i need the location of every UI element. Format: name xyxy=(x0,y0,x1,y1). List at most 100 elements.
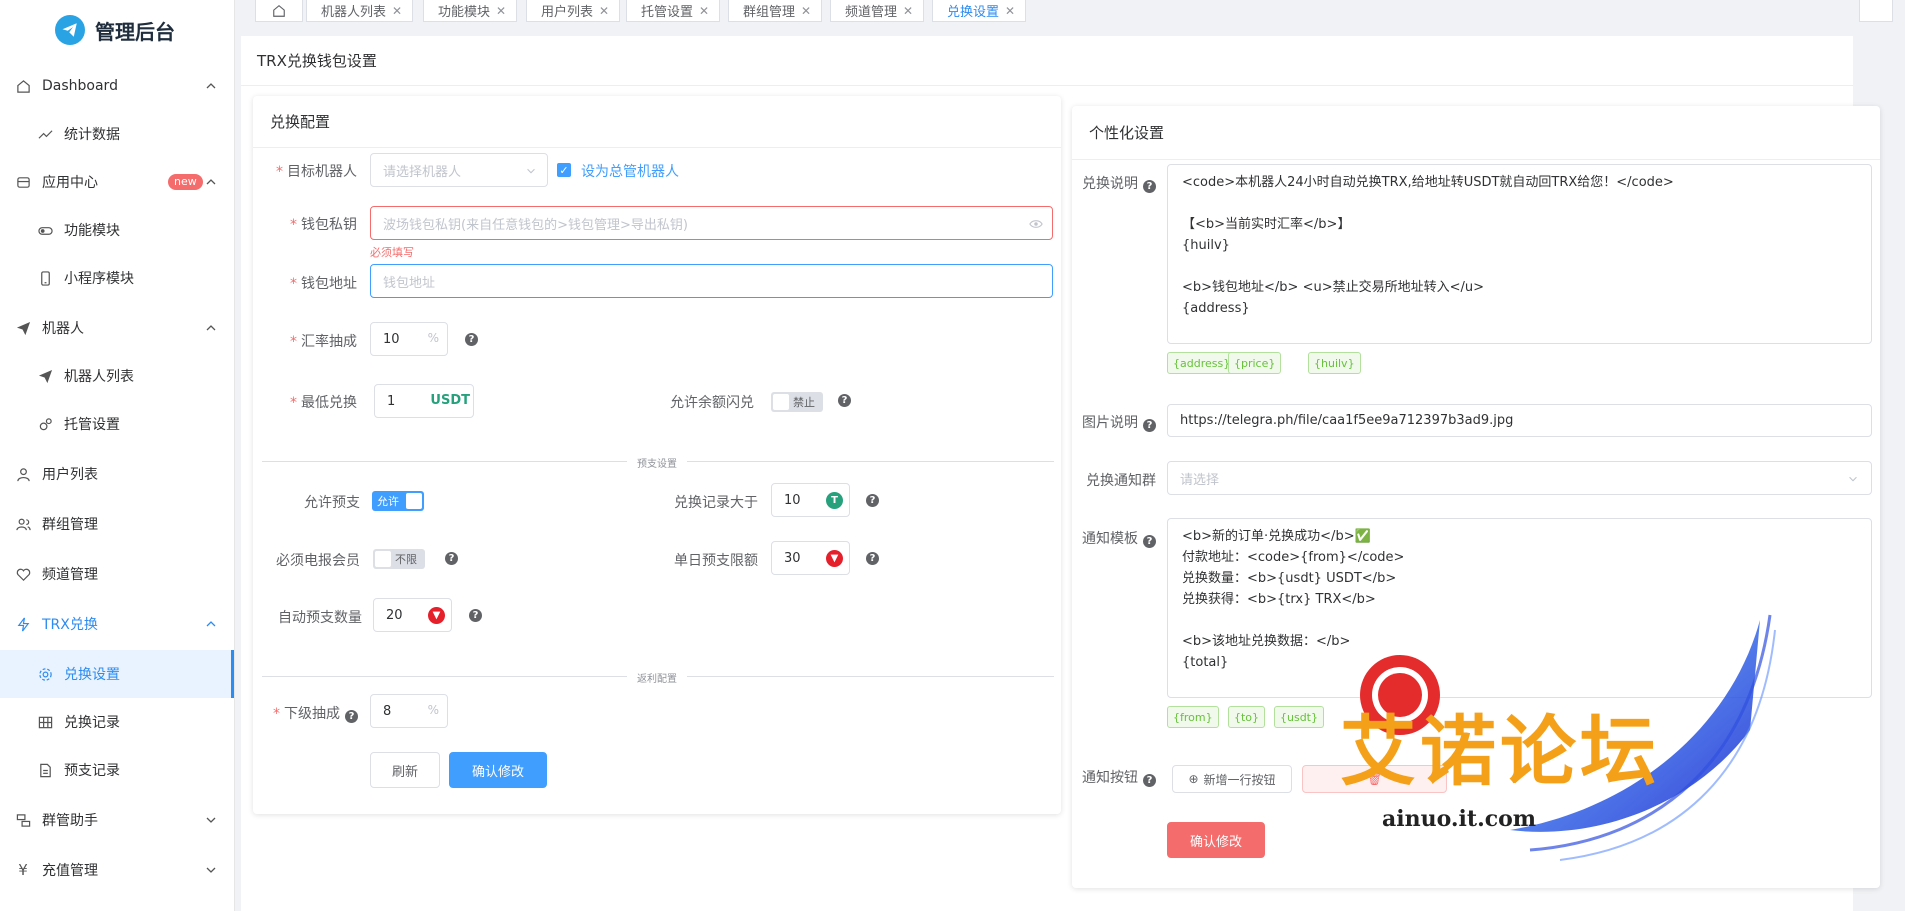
exchange-desc-textarea[interactable]: <code>本机器人24小时自动兑换TRX,给地址转USDT就自动回TRX给您！… xyxy=(1167,164,1872,344)
tab-home[interactable] xyxy=(255,0,303,22)
sub-fee-input[interactable]: 8% xyxy=(370,694,448,728)
sidebar: 管理后台 Dashboard 统计数据 应用中心 new 功能模块 小程序模块 … xyxy=(0,0,235,911)
toggle-icon xyxy=(36,221,54,239)
chevron-up-icon xyxy=(206,179,216,185)
confirm-personal-button[interactable]: 确认修改 xyxy=(1167,822,1265,858)
sidebar-item-label: 群管助手 xyxy=(42,813,98,829)
chevron-up-icon xyxy=(206,83,216,89)
close-icon[interactable]: ✕ xyxy=(392,4,402,18)
private-key-input[interactable]: 波场钱包私钥(来自任意钱包的>钱包管理>导出私钥) xyxy=(370,206,1053,240)
sidebar-item-label: 用户列表 xyxy=(42,467,98,483)
sidebar-item-exchange-records[interactable]: 兑换记录 xyxy=(0,698,234,746)
close-icon[interactable]: ✕ xyxy=(801,4,811,18)
sidebar-item-hosting[interactable]: 托管设置 xyxy=(0,400,234,448)
allow-advance-switch[interactable]: 允许 xyxy=(372,491,424,511)
sidebar-item-label: 充值管理 xyxy=(42,863,98,879)
tab-modules[interactable]: 功能模块 ✕ xyxy=(423,0,518,22)
address-input[interactable]: 钱包地址 xyxy=(370,264,1053,298)
yen-icon: ¥ xyxy=(18,861,28,879)
tab-groups[interactable]: 群组管理 ✕ xyxy=(728,0,823,22)
sidebar-item-group-helper[interactable]: 群管助手 xyxy=(0,796,234,844)
sidebar-item-exchange-settings[interactable]: 兑换设置 xyxy=(0,650,234,698)
tabs-dropdown[interactable] xyxy=(1859,0,1893,22)
bolt-icon xyxy=(14,615,32,633)
sidebar-item-robot-list[interactable]: 机器人列表 xyxy=(0,352,234,400)
close-icon[interactable]: ✕ xyxy=(599,4,609,18)
min-exchange-input[interactable]: 1 USDT xyxy=(374,384,474,418)
close-icon[interactable]: ✕ xyxy=(1005,4,1015,18)
sidebar-item-label: 兑换记录 xyxy=(64,715,120,731)
trend-icon xyxy=(36,125,54,143)
sidebar-item-recharge[interactable]: ¥ 充值管理 xyxy=(0,846,234,894)
chevron-down-icon xyxy=(206,867,216,873)
tab-exchange-settings[interactable]: 兑换设置 ✕ xyxy=(932,0,1027,22)
tab-channels[interactable]: 频道管理 ✕ xyxy=(830,0,925,22)
must-premium-switch[interactable]: 不限 xyxy=(373,549,425,569)
app-title: 管理后台 xyxy=(95,19,175,44)
heart-icon xyxy=(14,565,32,583)
allow-flash-switch[interactable]: 禁止 xyxy=(771,392,823,412)
sidebar-item-label: 功能模块 xyxy=(64,223,120,239)
new-badge: new xyxy=(168,174,203,190)
sidebar-item-miniapp[interactable]: 小程序模块 xyxy=(0,254,234,302)
watermark-url: ainuo.it.com xyxy=(1382,806,1537,832)
sidebar-item-dashboard[interactable]: Dashboard xyxy=(0,62,234,110)
sidebar-item-label: 应用中心 xyxy=(42,175,98,191)
tab-label: 托管设置 xyxy=(641,5,694,20)
sidebar-item-label: 频道管理 xyxy=(42,567,98,583)
home-icon xyxy=(14,77,32,95)
notify-template-textarea[interactable]: <b>新的订单·兑换成功</b>✅ 付款地址：<code>{from}</cod… xyxy=(1167,518,1872,698)
sidebar-item-modules[interactable]: 功能模块 xyxy=(0,206,234,254)
tab-hosting[interactable]: 托管设置 ✕ xyxy=(626,0,721,22)
sidebar-item-robot[interactable]: 机器人 xyxy=(0,304,234,352)
image-desc-input[interactable]: https://telegra.ph/file/caa1f5ee9a712397… xyxy=(1167,404,1872,437)
eye-icon[interactable] xyxy=(1029,217,1043,231)
sidebar-item-app-center[interactable]: 应用中心 new xyxy=(0,158,234,206)
send-icon xyxy=(14,319,32,337)
auto-amount-input[interactable]: 20 ▼ xyxy=(373,598,452,632)
sidebar-item-advance-records[interactable]: 预支记录 xyxy=(0,746,234,794)
sidebar-item-stats[interactable]: 统计数据 xyxy=(0,110,234,158)
target-bot-select[interactable]: 请选择机器人 xyxy=(370,153,548,187)
chevron-down-icon xyxy=(206,817,216,823)
tab-label: 兑换设置 xyxy=(947,5,1000,20)
tab-label: 功能模块 xyxy=(438,5,491,20)
gears-icon xyxy=(36,415,54,433)
page-title: TRX兑换钱包设置 xyxy=(257,52,377,70)
daily-limit-input[interactable]: 30 ▼ xyxy=(771,541,850,575)
master-bot-checkbox[interactable]: ✓ xyxy=(557,163,571,177)
close-icon[interactable]: ✕ xyxy=(699,4,709,18)
phone-icon xyxy=(36,269,54,287)
sidebar-item-groups[interactable]: 群组管理 xyxy=(0,500,234,548)
trx-coin-icon: ▼ xyxy=(826,550,843,567)
manage-icon xyxy=(14,811,32,829)
sidebar-item-label: TRX兑换 xyxy=(42,617,98,633)
sidebar-item-trx[interactable]: TRX兑换 xyxy=(0,600,234,648)
app-center-icon xyxy=(14,173,32,191)
sidebar-item-users[interactable]: 用户列表 xyxy=(0,450,234,498)
user-icon xyxy=(14,465,32,483)
tab-users[interactable]: 用户列表 ✕ xyxy=(526,0,621,22)
record-gt-input[interactable]: 10 T xyxy=(771,483,850,517)
sidebar-item-label: Dashboard xyxy=(42,78,118,94)
card-title: 兑换配置 xyxy=(253,96,1061,148)
grid-icon xyxy=(36,713,54,731)
sidebar-item-channels[interactable]: 频道管理 xyxy=(0,550,234,598)
tab-robot-list[interactable]: 机器人列表 ✕ xyxy=(306,0,414,22)
notify-group-select[interactable]: 请选择 xyxy=(1167,461,1872,495)
group-icon xyxy=(14,515,32,533)
plus-circle-icon: ⊕ xyxy=(1188,772,1199,786)
add-row-button[interactable]: ⊕ 新增一行按钮 xyxy=(1172,765,1292,793)
chevron-up-icon xyxy=(206,621,216,627)
refresh-button[interactable]: 刷新 xyxy=(370,752,440,788)
card-title: 个性化设置 xyxy=(1072,106,1880,160)
rate-fee-input[interactable]: 10% xyxy=(370,322,448,356)
send-icon xyxy=(36,367,54,385)
confirm-button[interactable]: 确认修改 xyxy=(449,752,547,788)
close-icon[interactable]: ✕ xyxy=(903,4,913,18)
sidebar-item-label: 机器人 xyxy=(42,321,84,337)
watermark-text: 艾诺论坛 xyxy=(1340,707,1660,796)
close-icon[interactable]: ✕ xyxy=(496,4,506,18)
doc-icon xyxy=(36,761,54,779)
sidebar-item-label: 托管设置 xyxy=(64,417,120,433)
